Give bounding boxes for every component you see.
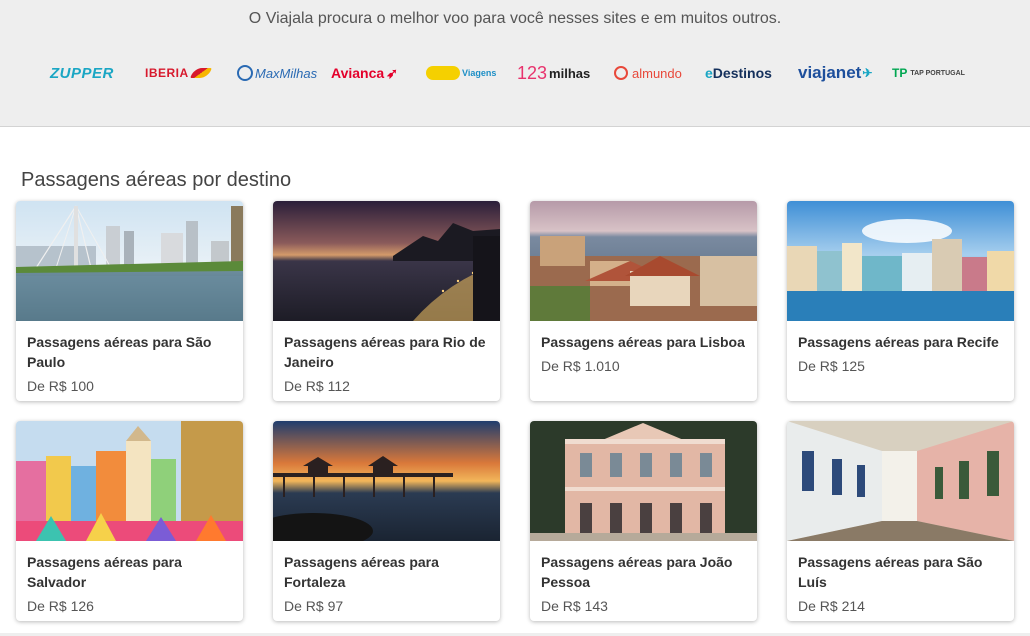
sao-luis-image <box>787 421 1014 541</box>
destination-card-salvador[interactable]: Passagens aéreas para Salvador De R$ 126 <box>16 421 243 621</box>
maxmilhas-logo[interactable]: MaxMilhas <box>237 58 317 88</box>
almundo-circle-icon <box>614 66 628 80</box>
joao-pessoa-image <box>530 421 757 541</box>
tap-portugal-logo[interactable]: TP TAP PORTUGAL <box>892 58 965 88</box>
almundo-logo-text: almundo <box>632 65 682 81</box>
edestinos-logo-text: Destinos <box>712 65 772 81</box>
card-price: De R$ 125 <box>798 358 865 374</box>
submarine-icon <box>426 66 460 80</box>
plane-icon: ✈ <box>862 66 873 80</box>
maxmilhas-logo-text: MaxMilhas <box>255 65 318 81</box>
destination-card-sao-luis[interactable]: Passagens aéreas para São Luís De R$ 214 <box>787 421 1014 621</box>
123-logo-number: 123 <box>517 62 548 83</box>
card-price: De R$ 1.010 <box>541 358 620 374</box>
card-title: Passagens aéreas para Recife <box>798 334 999 350</box>
card-price: De R$ 126 <box>27 598 94 614</box>
card-title: Passagens aéreas para São Luís <box>798 554 983 590</box>
viajanet-logo-text: viajanet <box>798 63 862 82</box>
card-price: De R$ 97 <box>284 598 344 614</box>
card-price: De R$ 214 <box>798 598 865 614</box>
card-title: Passagens aéreas para Rio de Janeiro <box>284 334 486 370</box>
milhas-logo-text: milhas <box>549 65 591 81</box>
fortaleza-image <box>273 421 500 541</box>
globe-icon <box>237 65 253 81</box>
viajanet-logo[interactable]: viajanet ✈ <box>798 58 872 88</box>
viagens-logo-text: Viagens <box>462 68 497 78</box>
partner-logos: ZUPPER IBERIA MaxMilhas Avianca ➶ Viagens… <box>50 58 970 88</box>
avianca-bird-icon: ➶ <box>386 64 398 81</box>
card-price: De R$ 143 <box>541 598 608 614</box>
card-title: Passagens aéreas para Lisboa <box>541 334 745 350</box>
section-title: Passagens aéreas por destino <box>21 169 292 191</box>
edestinos-e: e <box>705 65 713 81</box>
avianca-logo-text: Avianca <box>331 65 385 81</box>
iberia-logo[interactable]: IBERIA <box>145 58 212 88</box>
card-price: De R$ 112 <box>284 378 350 394</box>
submarino-viagens-logo[interactable]: Viagens <box>426 58 496 88</box>
rio-de-janeiro-image <box>273 201 500 321</box>
partners-section: O Viajala procura o melhor voo para você… <box>0 0 1030 127</box>
lisboa-image <box>530 201 757 321</box>
iberia-logo-text: IBERIA <box>145 66 189 80</box>
zupper-logo[interactable]: ZUPPER <box>50 58 114 88</box>
123milhas-logo[interactable]: 123 milhas <box>517 58 590 88</box>
card-title: Passagens aéreas para João Pessoa <box>541 554 733 590</box>
sao-paulo-image <box>16 201 243 321</box>
card-title: Passagens aéreas para Salvador <box>27 554 182 590</box>
salvador-image <box>16 421 243 541</box>
card-title: Passagens aéreas para São Paulo <box>27 334 212 370</box>
partners-caption: O Viajala procura o melhor voo para você… <box>248 10 782 27</box>
destination-card-lisboa[interactable]: Passagens aéreas para Lisboa De R$ 1.010 <box>530 201 757 401</box>
recife-image <box>787 201 1014 321</box>
tap-logo-text: TAP PORTUGAL <box>910 69 965 77</box>
almundo-logo[interactable]: almundo <box>614 58 682 88</box>
destination-card-rio-de-janeiro[interactable]: Passagens aéreas para Rio de Janeiro De … <box>273 201 500 401</box>
destination-card-joao-pessoa[interactable]: Passagens aéreas para João Pessoa De R$ … <box>530 421 757 621</box>
edestinos-logo[interactable]: e Destinos <box>705 58 772 88</box>
card-title: Passagens aéreas para Fortaleza <box>284 554 439 590</box>
tap-logo-mark: TP <box>892 66 908 80</box>
avianca-logo[interactable]: Avianca ➶ <box>331 58 398 88</box>
destination-card-recife[interactable]: Passagens aéreas para Recife De R$ 125 <box>787 201 1014 401</box>
iberia-wing-icon <box>189 68 212 78</box>
destination-card-sao-paulo[interactable]: Passagens aéreas para São Paulo De R$ 10… <box>16 201 243 401</box>
zupper-logo-text: ZUPPER <box>50 64 114 82</box>
card-price: De R$ 100 <box>27 378 94 394</box>
destination-card-fortaleza[interactable]: Passagens aéreas para Fortaleza De R$ 97 <box>273 421 500 621</box>
